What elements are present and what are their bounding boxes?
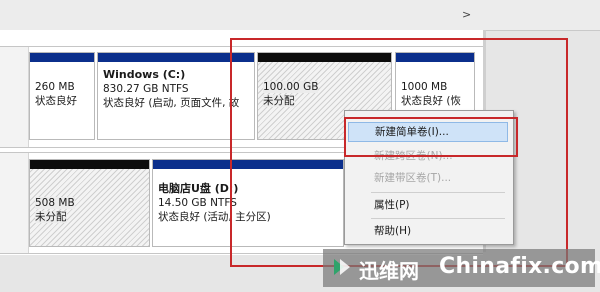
partition-title: 电脑店U盘 (D:) [158, 182, 239, 195]
partition-status: 未分配 [35, 211, 67, 223]
watermark-en-text: Chinafix.com [439, 254, 600, 279]
disk-label-1 [0, 47, 29, 147]
partition-bar [30, 160, 149, 169]
partition-bar [30, 53, 94, 62]
watermark-logo-icon [334, 259, 350, 275]
scroll-right-arrow-icon[interactable]: > [462, 8, 471, 21]
partition-size: 260 MB [35, 81, 75, 93]
partition-status: 状态良好 (启动, 页面文件, 故 [103, 97, 240, 109]
watermark-cn-text: 迅维网 [359, 259, 419, 283]
partition-size: 14.50 GB NTFS [158, 197, 237, 209]
partition-size: 508 MB [35, 197, 75, 209]
partition-recovery-260mb[interactable]: 260 MB 状态良好 [29, 52, 95, 140]
partition-size: 830.27 GB NTFS [103, 83, 189, 95]
watermark: 迅维网 Chinafix.com [323, 249, 600, 287]
toolbar: > [0, 0, 600, 31]
red-highlight-box-menu-item [344, 117, 518, 157]
partition-title: Windows (C:) [103, 68, 186, 81]
disk-label-2 [0, 153, 29, 253]
partition-unallocated-508mb[interactable]: 508 MB 未分配 [29, 159, 150, 247]
partition-status: 状态良好 [35, 95, 77, 107]
